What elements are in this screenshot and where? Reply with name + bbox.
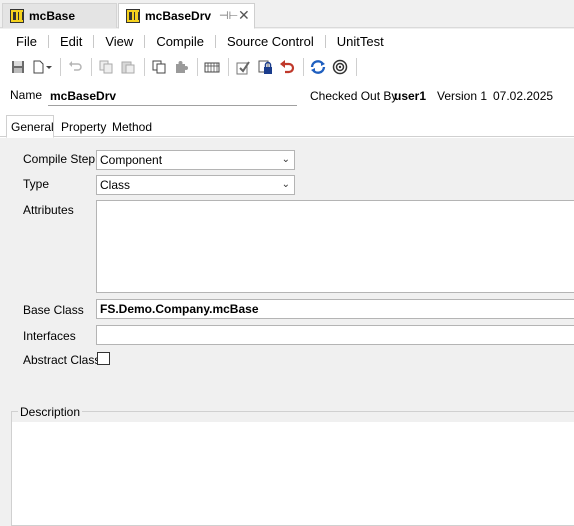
tab-property[interactable]: Property [57, 117, 110, 137]
menu-compile[interactable]: Compile [156, 34, 204, 49]
attributes-label: Attributes [23, 203, 74, 217]
paste-icon[interactable] [118, 57, 138, 77]
toolbar-separator [303, 58, 304, 76]
document-tab-strip: mcBase mcBaseDrv ⊣⊢ ✕ [0, 0, 574, 29]
menu-separator [47, 35, 49, 48]
class-icon [10, 9, 24, 23]
menu-separator [324, 35, 326, 48]
undo-disabled-icon[interactable] [65, 57, 85, 77]
toolbar-separator [197, 58, 198, 76]
menu-separator [215, 35, 216, 48]
toolbar [0, 54, 574, 80]
toolbar-separator [91, 58, 92, 76]
property-tab-strip: General Property Method [0, 115, 574, 138]
abstract-class-label: Abstract Class [23, 353, 101, 367]
sync-icon[interactable] [308, 57, 328, 77]
menu-bar: File Edit View Compile Source Control Un… [0, 29, 574, 54]
toolbar-separator [228, 58, 229, 76]
component-icon[interactable] [171, 57, 191, 77]
compile-step-select[interactable]: Component ⌄ [96, 150, 295, 170]
compile-step-value: Component [100, 153, 163, 167]
chevron-down-icon: ⌄ [281, 179, 290, 190]
name-label: Name [10, 88, 43, 102]
checked-out-user: user1 [394, 89, 427, 103]
new-document-icon[interactable] [30, 57, 54, 77]
general-form: Compile Step Component ⌄ Type Class ⌄ At… [0, 138, 574, 526]
copy-icon[interactable] [96, 57, 116, 77]
tab-mcbasedrv[interactable]: mcBaseDrv ⊣⊢ ✕ [118, 3, 255, 29]
menu-separator [93, 35, 95, 48]
checkin-icon[interactable] [233, 57, 253, 77]
type-label: Type [23, 177, 50, 191]
name-field[interactable]: mcBaseDrv [48, 86, 297, 106]
toolbar-separator [60, 58, 61, 76]
version-label: Version 1 [437, 89, 488, 103]
description-group: Description [11, 405, 574, 526]
class-icon [126, 9, 140, 23]
base-class-label: Base Class [23, 303, 84, 317]
type-select[interactable]: Class ⌄ [96, 175, 295, 195]
name-row: Name mcBaseDrv Checked Out By user1 Vers… [0, 84, 574, 108]
editor-panel: File Edit View Compile Source Control Un… [0, 29, 574, 526]
tab-method[interactable]: Method [108, 117, 156, 137]
toolbar-separator [356, 58, 357, 76]
menu-file[interactable]: File [16, 34, 37, 49]
abstract-class-checkbox[interactable] [97, 352, 110, 365]
pin-icon[interactable]: ⊣⊢ [219, 9, 238, 22]
interfaces-label: Interfaces [23, 329, 76, 343]
description-header-strip [12, 412, 574, 422]
lock-icon[interactable] [255, 57, 275, 77]
undo-checkout-icon[interactable] [277, 57, 297, 77]
toolbar-separator [144, 58, 145, 76]
description-textarea[interactable] [12, 422, 574, 526]
tab-general[interactable]: General [6, 115, 54, 138]
chevron-down-icon: ⌄ [281, 154, 290, 165]
attributes-textarea[interactable] [96, 200, 574, 293]
tab-mcbase[interactable]: mcBase [2, 3, 117, 28]
target-icon[interactable] [330, 57, 350, 77]
menu-source-control[interactable]: Source Control [227, 34, 314, 49]
date-label: 07.02.2025 [493, 89, 554, 103]
duplicate-icon[interactable] [149, 57, 169, 77]
grid-icon[interactable] [202, 57, 222, 77]
compile-step-label: Compile Step [23, 152, 96, 166]
close-icon[interactable]: ✕ [238, 7, 250, 24]
menu-separator [144, 35, 146, 48]
type-value: Class [100, 178, 131, 192]
save-icon[interactable] [8, 57, 28, 77]
tab-label: mcBaseDrv [145, 9, 212, 23]
interfaces-field[interactable] [96, 325, 574, 345]
menu-edit[interactable]: Edit [60, 34, 82, 49]
menu-unittest[interactable]: UnitTest [337, 34, 384, 49]
description-label: Description [18, 405, 83, 419]
menu-view[interactable]: View [105, 34, 133, 49]
base-class-field[interactable]: FS.Demo.Company.mcBase [96, 299, 574, 319]
tab-label: mcBase [29, 9, 76, 23]
checked-out-label: Checked Out By [310, 89, 398, 103]
